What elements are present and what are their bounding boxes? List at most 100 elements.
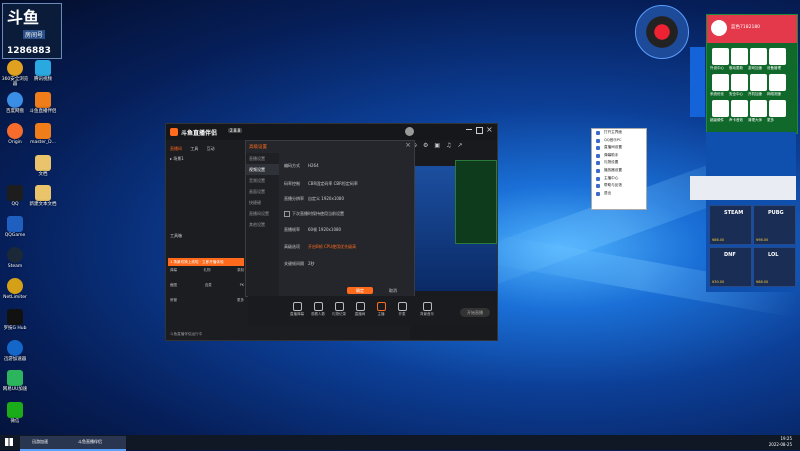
ok-button[interactable]: 确定 bbox=[347, 287, 373, 294]
setting-checkbox-row[interactable]: 下次直播时保持使用当前设置 bbox=[284, 211, 344, 217]
desktop-icon[interactable]: master_D... bbox=[28, 123, 58, 145]
dialog-side-item[interactable]: 快捷键 bbox=[246, 197, 279, 208]
toolbar-item[interactable]: 观看人数 bbox=[309, 302, 327, 317]
game-promo-grid: STEAM ¥86.00 PUBG ¥98.00 DNF ¥30.00 LOL ¥68.… bbox=[709, 205, 796, 290]
floating-ball-widget[interactable] bbox=[635, 5, 689, 59]
side-toolbar[interactable] bbox=[690, 47, 705, 117]
xunyou-icon bbox=[7, 340, 23, 356]
windows-start-icon[interactable] bbox=[5, 438, 13, 446]
desktop-icon[interactable]: Origin bbox=[0, 123, 30, 145]
cancel-button[interactable]: 取消 bbox=[383, 287, 403, 294]
dialog-side-item[interactable]: 直播间设置 bbox=[246, 208, 279, 219]
toolbar-item[interactable]: 开麦 bbox=[393, 302, 411, 317]
tool-gift[interactable]: 礼物 bbox=[204, 268, 211, 273]
setting-value[interactable]: 60帧 1920x1080 bbox=[308, 227, 341, 232]
menu-item[interactable]: 礼物设置 bbox=[592, 159, 646, 167]
grid-tool[interactable]: 超级硬件 bbox=[710, 100, 729, 122]
desktop-icon[interactable]: NetLimiter bbox=[0, 278, 30, 300]
grid-tool[interactable]: 开机加速 bbox=[748, 74, 767, 96]
toolbar-item[interactable]: 直播间 bbox=[351, 302, 369, 317]
tool-danmu[interactable]: 弹幕 bbox=[170, 268, 177, 273]
menu-item[interactable]: 退出 bbox=[592, 190, 646, 198]
tab-tools[interactable]: 工具 bbox=[190, 146, 198, 151]
grid-tool[interactable]: 驱动更新 bbox=[729, 48, 748, 70]
taskbar-item[interactable]: 迅游加速 bbox=[20, 436, 72, 451]
desktop-icon[interactable]: 斗鱼直播伴侣 bbox=[28, 92, 58, 114]
menu-item[interactable]: 直播间设置 bbox=[592, 144, 646, 152]
douyu-companion-icon bbox=[35, 92, 51, 108]
setting-value[interactable]: H264 bbox=[308, 163, 319, 168]
toolbar-item[interactable]: 背景音乐 bbox=[418, 302, 436, 317]
toolbar-item[interactable]: 礼物记录 bbox=[330, 302, 348, 317]
menu-item[interactable]: QQ音乐PC bbox=[592, 137, 646, 145]
grid-tool[interactable]: 更多 bbox=[767, 100, 786, 122]
setting-value[interactable]: 2秒 bbox=[308, 261, 315, 266]
menu-item[interactable]: 主播中心 bbox=[592, 175, 646, 183]
setting-value[interactable]: CBR固定码率 CBR恒定码率 bbox=[308, 181, 358, 186]
menu-item[interactable]: 弹幕助手 bbox=[592, 152, 646, 160]
tab-interact[interactable]: 互动 bbox=[207, 146, 215, 151]
dialog-side-item-active[interactable]: 视频设置 bbox=[246, 164, 279, 175]
menu-item[interactable]: 帮助与反馈 bbox=[592, 182, 646, 190]
scene-item[interactable]: ▸ 场景1 bbox=[170, 156, 184, 162]
taskbar-item[interactable]: 斗鱼直播伴侣 bbox=[66, 436, 126, 451]
grid-tool[interactable]: 游戏加速 bbox=[748, 48, 767, 70]
grid-tool[interactable]: 系统优化 bbox=[710, 74, 729, 96]
origin-icon bbox=[7, 123, 23, 139]
desktop-icon[interactable]: 百度网盘 bbox=[0, 92, 30, 114]
grid-tool[interactable]: 设备管理 bbox=[767, 48, 786, 70]
tab-live[interactable]: 直播间 bbox=[170, 146, 182, 151]
desktop-icon[interactable]: Steam bbox=[0, 247, 30, 269]
grid-tool[interactable]: 清理大师 bbox=[748, 100, 767, 122]
browser-360-icon bbox=[7, 60, 23, 76]
grid-tool[interactable]: 网络测速 bbox=[767, 74, 786, 96]
start-live-button[interactable]: 开始直播 bbox=[460, 308, 490, 317]
preview-game-panel bbox=[455, 160, 497, 244]
desktop-icon[interactable]: QQ bbox=[0, 185, 30, 207]
system-clock[interactable]: 19:25 2022-08-25 bbox=[769, 436, 792, 448]
tool-more[interactable]: 更多 bbox=[237, 298, 244, 303]
dialog-close-icon[interactable]: × bbox=[405, 141, 411, 149]
promo-card[interactable]: PUBG ¥98.00 bbox=[753, 205, 796, 245]
menu-item[interactable]: 打开主界面 bbox=[592, 129, 646, 137]
desktop-icon[interactable]: 微信 bbox=[0, 402, 30, 424]
promo-card[interactable]: STEAM ¥86.00 bbox=[709, 205, 752, 245]
close-icon[interactable]: × bbox=[486, 125, 493, 134]
dialog-side-item[interactable]: 直播设置 bbox=[246, 153, 279, 164]
dialog-side-item[interactable]: 画面设置 bbox=[246, 186, 279, 197]
toolbar-item[interactable]: 直播弹幕 bbox=[288, 302, 306, 317]
promo-card[interactable]: LOL ¥68.00 bbox=[753, 247, 796, 287]
tool-grid: 弹幕 礼物 录制 截图 连麦 PK 房管 更多 bbox=[170, 268, 244, 303]
tool-record[interactable]: 录制 bbox=[237, 268, 244, 273]
promo-card[interactable]: DNF ¥30.00 bbox=[709, 247, 752, 287]
tool-admin[interactable]: 房管 bbox=[170, 298, 177, 303]
desktop-icon[interactable]: QQGame bbox=[0, 216, 30, 238]
desktop-icon[interactable]: 文档 bbox=[28, 155, 58, 177]
desktop-icon[interactable]: 迅游加速器 bbox=[0, 340, 30, 362]
avatar[interactable] bbox=[711, 20, 727, 36]
maximize-icon[interactable] bbox=[476, 127, 483, 134]
checkbox[interactable] bbox=[284, 211, 290, 217]
toolbar-item[interactable]: 主播 bbox=[372, 302, 390, 317]
grid-tool[interactable]: 声卡音效 bbox=[729, 100, 748, 122]
dialog-side-item[interactable]: 音频设置 bbox=[246, 175, 279, 186]
tool-grid: 外设中心 驱动更新 游戏加速 设备管理 系统优化 安全中心 开机加速 网络测速 超级硬件 声卡… bbox=[710, 47, 793, 122]
tool-screenshot[interactable]: 截图 bbox=[170, 283, 177, 288]
desktop-icon[interactable]: 腾讯视频 bbox=[28, 60, 58, 82]
promo-banner[interactable]: 1 场景切换上线啦 · 立即开播体验 bbox=[168, 258, 244, 266]
avatar[interactable] bbox=[405, 127, 414, 136]
setting-value[interactable]: 自定义 1920x1080 bbox=[308, 196, 344, 201]
dialog-side-item[interactable]: 其他设置 bbox=[246, 219, 279, 230]
minimize-icon[interactable] bbox=[466, 129, 472, 130]
grid-tool[interactable]: 安全中心 bbox=[729, 74, 748, 96]
grid-tool[interactable]: 外设中心 bbox=[710, 48, 729, 70]
tool-mic[interactable]: 连麦 bbox=[205, 283, 212, 288]
desktop-icon[interactable]: 新建文本文档 bbox=[28, 185, 58, 207]
setting-value[interactable]: 开启B帧 CPU使用优先级高 bbox=[308, 244, 356, 249]
desktop-icon[interactable]: 网易UU加速 bbox=[0, 370, 30, 392]
tool-pk[interactable]: PK bbox=[240, 283, 244, 288]
netlimiter-icon bbox=[7, 278, 23, 294]
desktop-icon[interactable]: 罗技G Hub bbox=[0, 309, 30, 331]
menu-item[interactable]: 播放器设置 bbox=[592, 167, 646, 175]
desktop-icon[interactable]: 360安全浏览器 bbox=[0, 60, 30, 87]
